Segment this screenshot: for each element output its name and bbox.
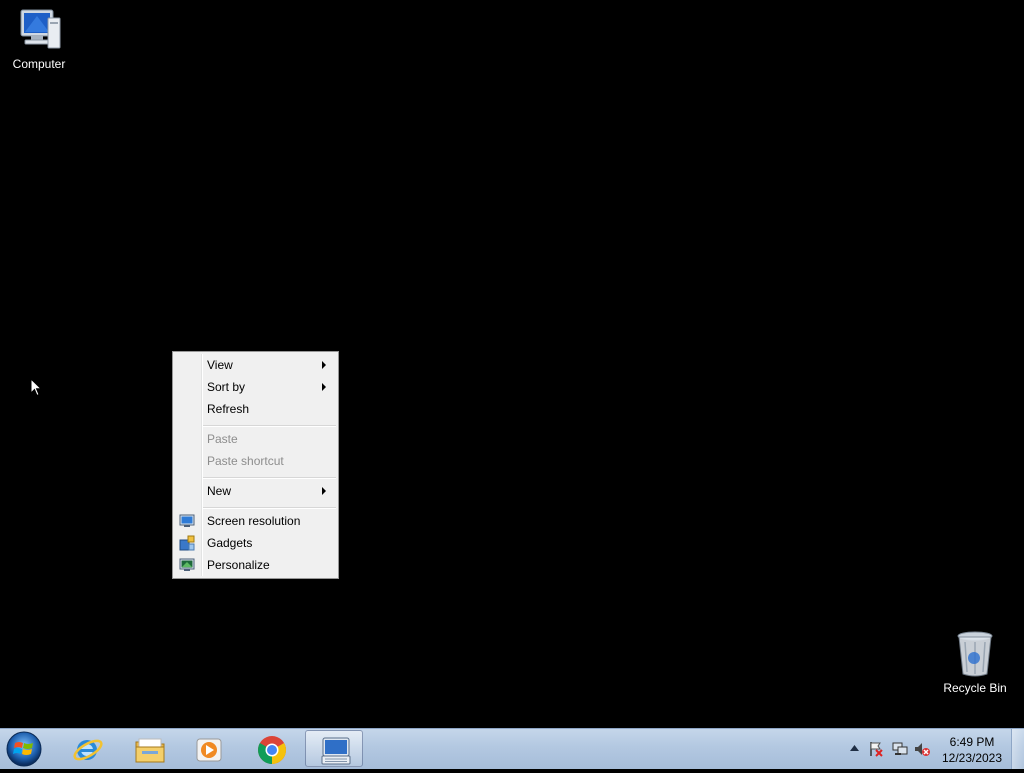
menu-item-paste-shortcut[interactable]: Paste shortcut (175, 450, 336, 472)
recycle-bin-icon (957, 631, 993, 677)
taskbar-media-player[interactable] (180, 730, 238, 767)
media-player-icon (196, 738, 222, 762)
menu-item-sort-by[interactable]: Sort by (175, 376, 336, 398)
desktop-icon-label: Recycle Bin (943, 681, 1007, 695)
start-button[interactable] (4, 730, 50, 768)
menu-item-personalize[interactable]: Personalize (175, 554, 336, 576)
menu-item-label: Personalize (207, 558, 270, 572)
taskbar-clock[interactable]: 6:49 PM 12/23/2023 (932, 734, 1012, 766)
menu-item-label: Gadgets (207, 536, 253, 550)
gadgets-icon (179, 535, 195, 551)
mouse-cursor-icon (30, 378, 42, 397)
menu-item-new[interactable]: New (175, 480, 336, 502)
menu-separator (203, 477, 336, 479)
menu-item-label: Screen resolution (207, 514, 301, 528)
desktop-icon-label: Computer (12, 57, 66, 71)
menu-item-refresh[interactable]: Refresh (175, 398, 336, 420)
computer-icon (20, 9, 61, 49)
system-tray: 6:49 PM 12/23/2023 (834, 729, 1024, 769)
chrome-icon (258, 736, 286, 764)
menu-item-label: Paste (207, 432, 238, 446)
personalize-icon (179, 558, 195, 571)
desktop-icon-computer[interactable]: Computer (0, 8, 84, 71)
taskbar-keyboard-app[interactable] (305, 730, 363, 767)
show-desktop-button[interactable] (1011, 729, 1024, 769)
show-hidden-icons-arrow[interactable] (850, 745, 859, 751)
clock-date: 12/23/2023 (941, 751, 1003, 765)
desktop-icon-recycle-bin[interactable]: Recycle Bin (930, 630, 1020, 695)
menu-item-paste[interactable]: Paste (175, 428, 336, 450)
taskbar-file-explorer[interactable] (120, 730, 178, 767)
taskbar-chrome[interactable] (242, 730, 300, 767)
menu-item-label: New (207, 484, 232, 498)
submenu-arrow-icon (322, 383, 326, 391)
taskbar: 6:49 PM 12/23/2023 (0, 728, 1024, 769)
menu-item-screen-resolution[interactable]: Screen resolution (175, 510, 336, 532)
volume-muted-icon[interactable] (914, 741, 930, 757)
action-center-flag-icon[interactable] (868, 741, 884, 757)
internet-explorer-icon (73, 739, 103, 761)
desktop-context-menu: View Sort by Refresh Paste Paste shortcu… (172, 351, 339, 579)
menu-item-label: Refresh (207, 402, 250, 416)
menu-item-label: Sort by (207, 380, 246, 394)
monitor-icon (179, 514, 195, 527)
menu-separator (203, 425, 336, 427)
windows-logo-icon (6, 731, 42, 767)
submenu-arrow-icon (322, 487, 326, 495)
file-explorer-icon (135, 738, 165, 763)
keyboard-app-icon (321, 737, 351, 765)
clock-time: 6:49 PM (949, 735, 995, 749)
submenu-arrow-icon (322, 361, 326, 369)
menu-item-gadgets[interactable]: Gadgets (175, 532, 336, 554)
menu-item-label: Paste shortcut (207, 454, 284, 468)
network-icon[interactable] (892, 741, 908, 757)
menu-separator (203, 507, 336, 509)
taskbar-internet-explorer[interactable] (58, 730, 116, 767)
menu-item-label: View (207, 358, 233, 372)
menu-item-view[interactable]: View (175, 354, 336, 376)
